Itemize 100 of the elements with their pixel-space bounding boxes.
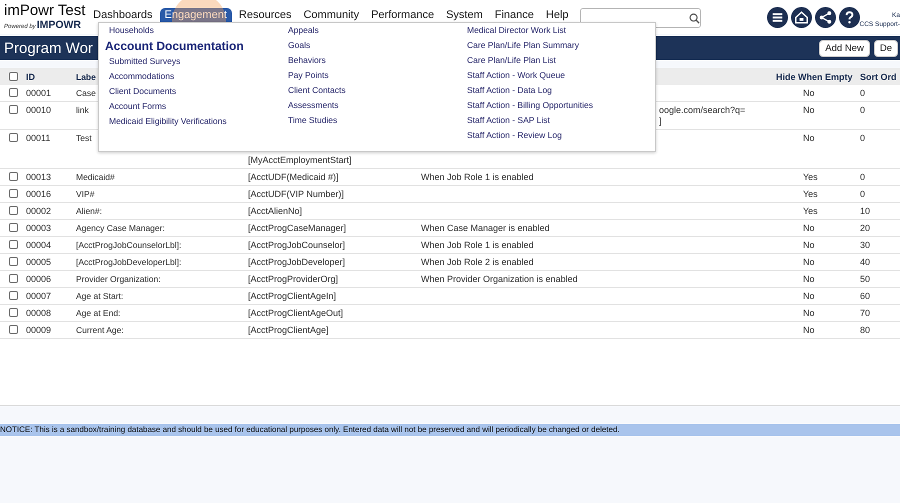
menu-item[interactable]: Appeals	[288, 23, 467, 38]
table-cell: 0	[860, 133, 866, 143]
menu-item[interactable]: Households	[105, 23, 288, 38]
table-cell: 00004	[26, 240, 52, 250]
table-cell: Medicaid#	[76, 172, 115, 182]
menu-heading: Account Documentation	[105, 38, 245, 54]
table-cell: link	[76, 105, 89, 115]
menu-item[interactable]: Care Plan/Life Plan List	[467, 53, 593, 68]
table-cell: 0	[860, 189, 866, 199]
column-header[interactable]: Hide When Empty	[776, 72, 860, 82]
select-all-checkbox[interactable]	[8, 72, 18, 81]
menu-item[interactable]: Care Plan/Life Plan Summary	[467, 38, 593, 53]
menu-item[interactable]: Pay Points	[288, 68, 467, 83]
row-checkbox[interactable]	[8, 257, 18, 266]
page-title: Program Wor	[3, 40, 93, 56]
table-cell: Current Age:	[76, 325, 124, 335]
table-cell: No	[803, 105, 815, 115]
help-icon[interactable]	[838, 7, 860, 28]
row-checkbox[interactable]	[8, 274, 18, 283]
table-cell: Test	[76, 133, 92, 143]
table-cell: VIP#	[76, 189, 94, 199]
table-cell: 80	[860, 325, 870, 335]
table-cell: No	[803, 325, 815, 335]
nav-tab[interactable]: System	[441, 8, 488, 22]
table-cell-text: [AcctAlienNo]	[248, 206, 304, 217]
table-cell: 20	[860, 223, 870, 233]
table-cell: No	[803, 274, 815, 284]
table-cell: Agency Case Manager:	[76, 223, 165, 233]
table-cell: 00006	[26, 274, 52, 284]
menu-item[interactable]: Assessments	[288, 98, 467, 113]
row-checkbox[interactable]	[8, 189, 18, 198]
table-cell: 0	[860, 105, 866, 115]
row-checkbox[interactable]	[8, 88, 18, 97]
table-cell: 00009	[26, 325, 52, 335]
table-cell: 00016	[26, 189, 52, 199]
menu-item[interactable]: Time Studies	[288, 113, 467, 128]
nav-tab[interactable]: Resources	[234, 8, 296, 22]
table-cell: No	[803, 88, 815, 98]
table-cell: Age at Start:	[76, 291, 124, 301]
table-cell: 0	[860, 172, 866, 182]
table-cell-text: [AcctProgCaseManager]	[248, 223, 348, 234]
share-icon[interactable]	[814, 7, 836, 28]
menu-item[interactable]: Staff Action - Billing Opportunities	[467, 98, 593, 113]
nav-tab[interactable]: Performance	[366, 8, 440, 22]
table-cell: 0	[860, 88, 866, 98]
table-cell: 00010	[26, 105, 52, 115]
menu-item[interactable]: Accommodations	[105, 69, 288, 84]
table-cell: Yes	[803, 172, 818, 182]
table-cell-text: When Job Role 1 is enabled	[421, 240, 535, 251]
menu-item[interactable]: Medical Director Work List	[467, 23, 593, 38]
table-cell: Provider Organization:	[76, 274, 161, 284]
nav-tab[interactable]: Finance	[490, 8, 539, 22]
column-header[interactable]: Sort Ord	[860, 72, 897, 82]
toolbar-button[interactable]: De	[874, 40, 898, 56]
table-cell: Yes	[803, 206, 818, 216]
nav-tab[interactable]: Community	[298, 8, 364, 22]
menu-item[interactable]: Staff Action - Work Queue	[467, 68, 593, 83]
row-checkbox[interactable]	[8, 325, 18, 334]
row-checkbox[interactable]	[8, 133, 18, 142]
table-cell: 00008	[26, 308, 52, 318]
row-checkbox[interactable]	[8, 291, 18, 300]
table-cell-text: [AcctProgJobDeveloper]	[248, 257, 346, 268]
table-cell: 00013	[26, 172, 52, 182]
table-cell-text: When Provider Organization is enabled	[421, 274, 579, 285]
menu-item[interactable]: Staff Action - SAP List	[467, 113, 593, 128]
menu-item[interactable]: Account Forms	[105, 99, 288, 114]
table-cell: [AcctProgJobDeveloperLbl]:	[76, 257, 182, 267]
table-cell-text: When Case Manager is enabled	[421, 223, 551, 234]
table-cell-text: When Job Role 2 is enabled	[421, 257, 535, 268]
column-header[interactable]: ID	[26, 72, 76, 82]
list-icon[interactable]	[766, 7, 788, 28]
row-checkbox[interactable]	[8, 172, 18, 181]
row-checkbox[interactable]	[8, 223, 18, 232]
table-cell: [AcctProgJobCounselorLbl]:	[76, 240, 182, 250]
row-checkbox[interactable]	[8, 308, 18, 317]
menu-item[interactable]: Goals	[288, 38, 467, 53]
table-cell-text: oogle.com/search?q=	[659, 105, 746, 116]
table-cell: Case	[76, 88, 96, 98]
table-cell: 30	[860, 240, 870, 250]
row-checkbox[interactable]	[8, 105, 18, 114]
toolbar-button[interactable]: Add New	[819, 40, 870, 56]
table-cell: No	[803, 291, 815, 301]
menu-item[interactable]: Behaviors	[288, 53, 467, 68]
menu-item[interactable]: Staff Action - Review Log	[467, 128, 593, 143]
menu-item[interactable]: Client Contacts	[288, 83, 467, 98]
menu-item[interactable]: Submitted Surveys	[105, 54, 288, 69]
app-title: imPowr Test	[4, 3, 86, 19]
menu-item[interactable]: Staff Action - Data Log	[467, 83, 593, 98]
table-cell: 00003	[26, 223, 52, 233]
menu-item[interactable]: Client Documents	[105, 84, 288, 99]
home-icon[interactable]	[790, 7, 812, 28]
table-cell-text: [AcctUDF(Medicaid #)]	[248, 172, 340, 183]
table-cell: 60	[860, 291, 870, 301]
row-checkbox[interactable]	[8, 240, 18, 249]
table-cell: 00005	[26, 257, 52, 267]
table-cell-text: When Job Role 1 is enabled	[421, 172, 535, 183]
menu-item[interactable]: Medicaid Eligibility Verifications	[105, 114, 288, 129]
row-checkbox[interactable]	[8, 206, 18, 215]
nav-tab[interactable]: Help	[540, 8, 574, 22]
nav-tab[interactable]: Dashboards	[88, 8, 158, 22]
